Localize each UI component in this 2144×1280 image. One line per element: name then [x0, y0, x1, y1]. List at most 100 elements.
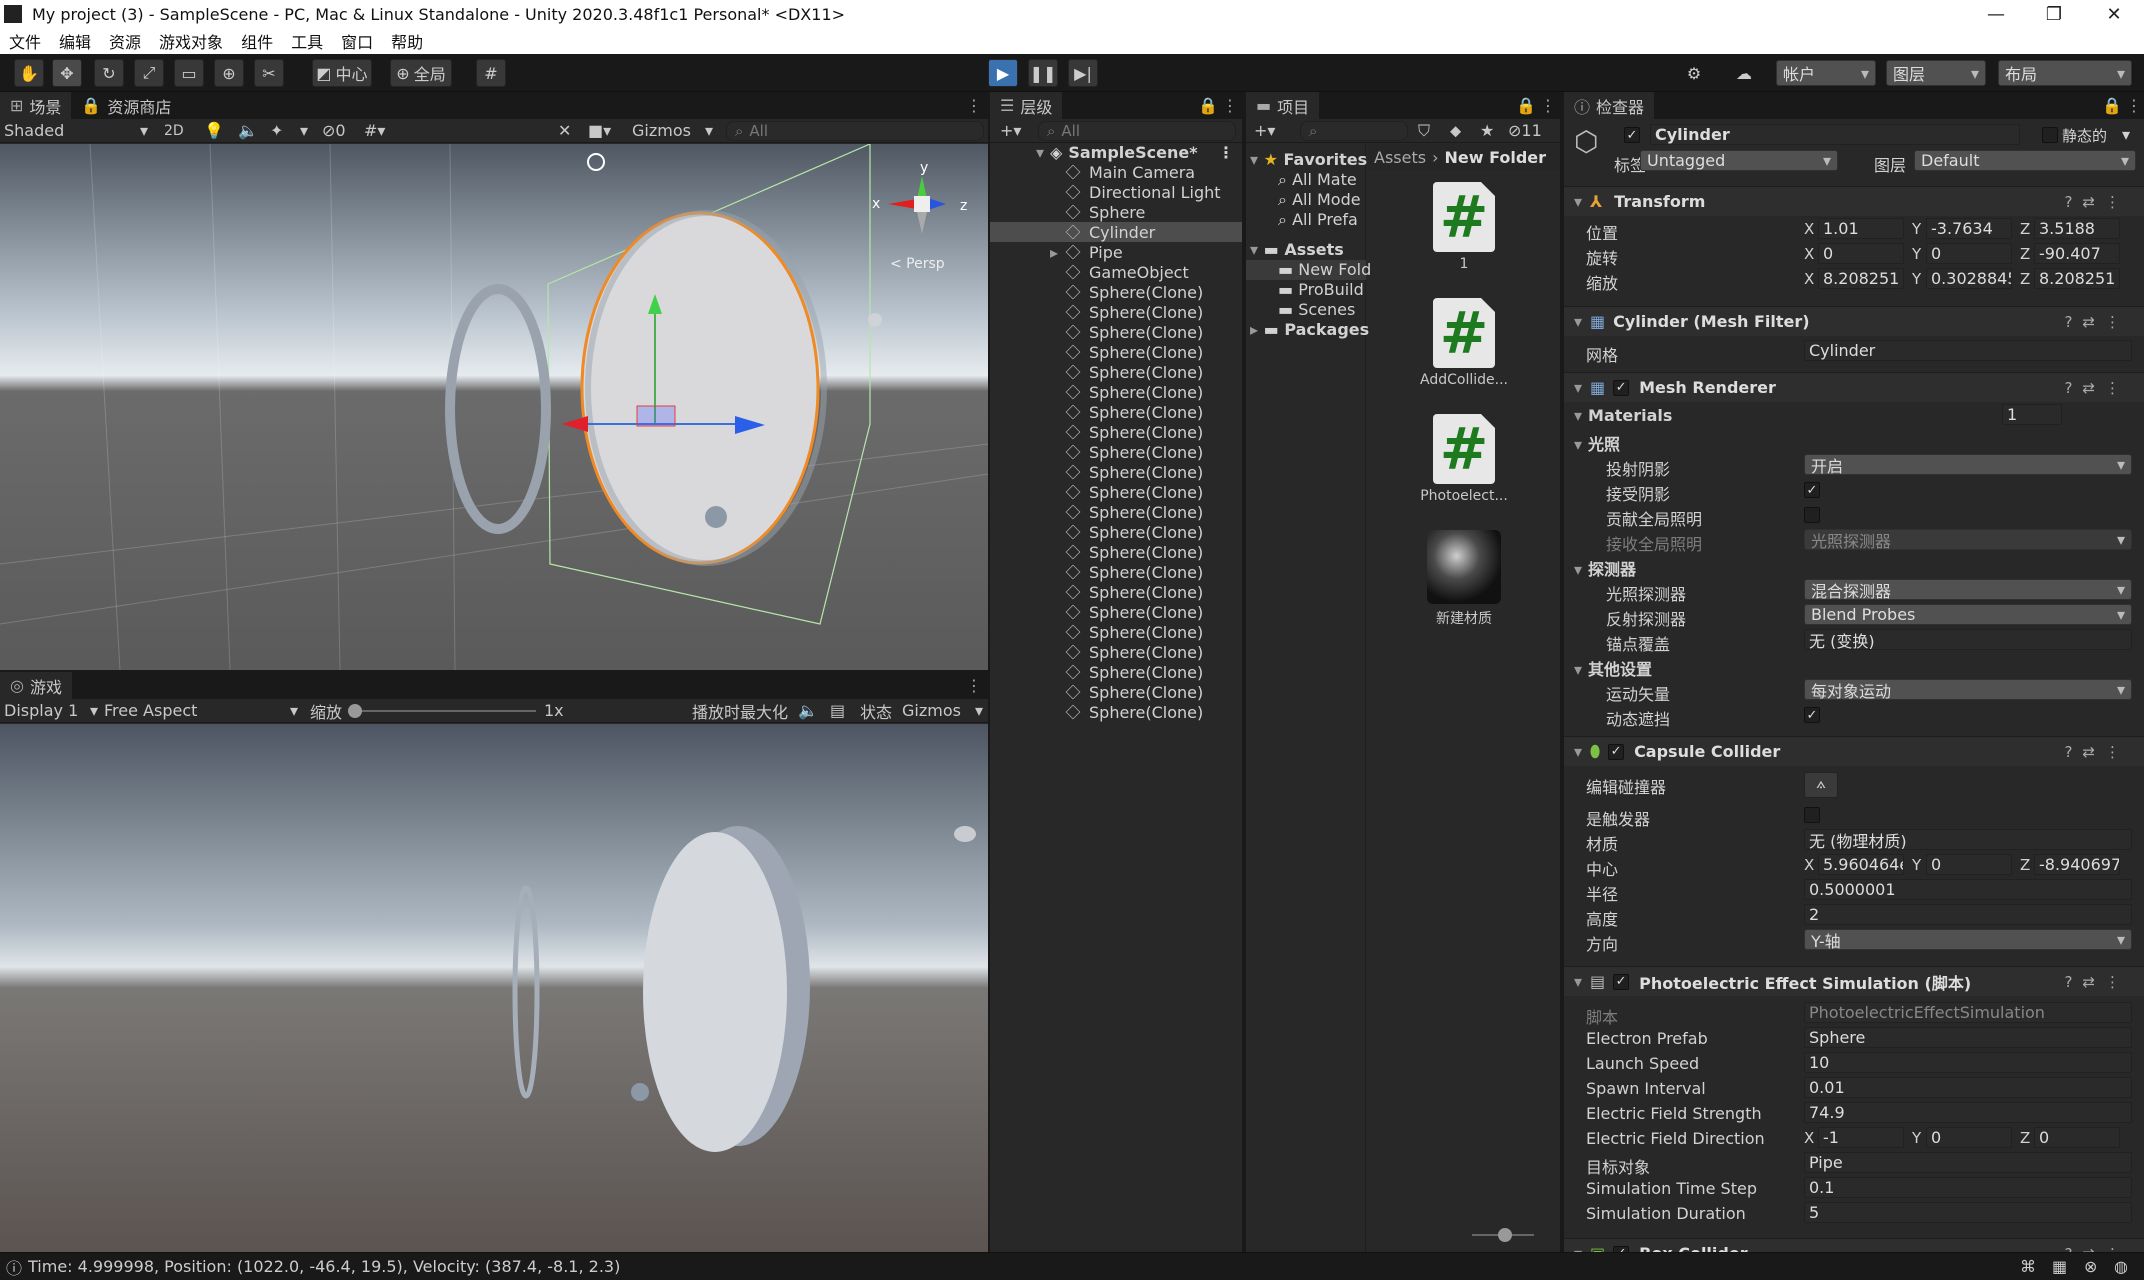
favorite-star-icon[interactable]: ★: [1480, 121, 1494, 140]
height-field[interactable]: 2: [1804, 904, 2132, 925]
component-enabled-checkbox[interactable]: ✓: [1608, 743, 1625, 760]
hierarchy-item[interactable]: Sphere(Clone): [990, 522, 1242, 542]
shading-dropdown[interactable]: Shaded ▾: [4, 121, 148, 140]
hierarchy-item[interactable]: Sphere(Clone): [990, 362, 1242, 382]
hierarchy-item[interactable]: Sphere(Clone): [990, 462, 1242, 482]
hierarchy-item[interactable]: Sphere(Clone): [990, 302, 1242, 322]
lighting-icon[interactable]: 💡: [204, 121, 224, 140]
scene-viewport[interactable]: y x z < Persp: [0, 144, 988, 670]
reflection-probes-dropdown[interactable]: Blend Probes: [1804, 604, 2132, 625]
hierarchy-item[interactable]: Sphere: [990, 202, 1242, 222]
menu-tools[interactable]: 工具: [282, 29, 332, 53]
field-direction-field-z[interactable]: 0: [2034, 1127, 2120, 1148]
global-toggle[interactable]: ⊕ 全局: [390, 59, 452, 87]
grid-snap-icon[interactable]: #: [476, 59, 506, 87]
scene-menu-icon[interactable]: ⋮: [966, 96, 982, 115]
mesh-renderer-header[interactable]: ▾ ▦ ✓ Mesh Renderer ?⇄⋮: [1564, 372, 2144, 402]
lock-icon[interactable]: 🔒: [1198, 96, 1218, 115]
pause-button[interactable]: ❚❚: [1028, 59, 1058, 87]
persp-label[interactable]: < Persp: [890, 256, 945, 272]
hierarchy-item[interactable]: Directional Light: [990, 182, 1242, 202]
hierarchy-item[interactable]: Sphere(Clone): [990, 582, 1242, 602]
play-button[interactable]: ▶: [988, 59, 1018, 87]
light-probes-dropdown[interactable]: 混合探测器: [1804, 579, 2132, 601]
auto-generate-icon[interactable]: ◍: [2114, 1257, 2128, 1276]
scale-tool-icon[interactable]: ⤢: [134, 59, 164, 87]
script-field[interactable]: PhotoelectricEffectSimulation: [1804, 1002, 2132, 1023]
hand-tool-icon[interactable]: ✋: [14, 59, 44, 87]
materials-count-field[interactable]: 1: [2002, 404, 2062, 425]
scene-menu-icon[interactable]: ⋮: [1218, 143, 1234, 162]
scale-slider[interactable]: [348, 703, 536, 718]
camera-icon[interactable]: ■▾: [588, 121, 611, 140]
edit-collider-button[interactable]: ⟑: [1804, 772, 1838, 798]
menu-help[interactable]: 帮助: [382, 29, 432, 53]
mesh-field[interactable]: Cylinder: [1804, 340, 2132, 361]
hierarchy-item[interactable]: Sphere(Clone): [990, 422, 1242, 442]
hierarchy-menu-icon[interactable]: ⋮: [1222, 96, 1238, 115]
static-checkbox[interactable]: [2042, 127, 2058, 143]
folder-new-folder[interactable]: ▬ New Fold: [1246, 260, 1371, 280]
move-tool-icon[interactable]: ✥: [52, 59, 82, 87]
orientation-gizmo[interactable]: y x z: [872, 160, 967, 234]
maximize-icon[interactable]: ❐: [2026, 0, 2082, 28]
hierarchy-item[interactable]: Sphere(Clone): [990, 502, 1242, 522]
asset-script-1[interactable]: #1: [1416, 182, 1512, 272]
cast-shadows-dropdown[interactable]: 开启: [1804, 454, 2132, 476]
rotation-field-y[interactable]: 0: [1926, 243, 2012, 264]
hidden-objects-toggle[interactable]: ⊘0: [322, 121, 346, 140]
gizmos-dropdown[interactable]: Gizmos ▾: [632, 121, 713, 140]
additional-settings-foldout[interactable]: ▾ 其他设置: [1574, 656, 1652, 680]
component-header-icons[interactable]: ?⇄⋮: [2064, 193, 2130, 211]
asset-script-addcollider[interactable]: # AddCollide...: [1416, 298, 1512, 388]
position-field-x[interactable]: 1.01: [1818, 218, 1904, 239]
game-menu-icon[interactable]: ⋮: [966, 676, 982, 695]
chevron-right-icon[interactable]: ▸: [1050, 243, 1058, 262]
radius-field[interactable]: 0.5000001: [1804, 879, 2132, 900]
tab-game[interactable]: ◎ 游戏: [0, 672, 72, 699]
scale-slider-handle[interactable]: [348, 703, 362, 718]
asset-script-photoelectric[interactable]: # Photoelect...: [1416, 414, 1512, 504]
minimize-icon[interactable]: —: [1968, 0, 2024, 28]
fav-all-materials[interactable]: ⌕ All Mate: [1278, 170, 1357, 190]
launch-speed-field[interactable]: 10: [1804, 1052, 2132, 1073]
hierarchy-item[interactable]: Sphere(Clone): [990, 382, 1242, 402]
hierarchy-item[interactable]: Sphere(Clone): [990, 662, 1242, 682]
target-field[interactable]: Pipe: [1804, 1152, 2132, 1173]
layers-dropdown[interactable]: 图层: [1886, 60, 1986, 86]
field-strength-field[interactable]: 74.9: [1804, 1102, 2132, 1123]
tools-icon[interactable]: ✕: [558, 121, 571, 140]
component-header-icons[interactable]: ?⇄⋮: [2064, 973, 2130, 991]
spawn-interval-field[interactable]: 0.01: [1804, 1077, 2132, 1098]
hierarchy-item[interactable]: Sphere(Clone): [990, 322, 1242, 342]
physics-material-field[interactable]: 无 (物理材质): [1804, 829, 2132, 850]
layer-dropdown[interactable]: Default: [1914, 150, 2136, 171]
project-menu-icon[interactable]: ⋮: [1540, 96, 1556, 115]
center-field-z[interactable]: -8.940697e: [2034, 854, 2120, 875]
game-gizmos-dropdown[interactable]: Gizmos ▾: [902, 701, 983, 720]
contribute-gi-checkbox[interactable]: [1804, 507, 1820, 523]
breadcrumb-new-folder[interactable]: New Folder: [1444, 148, 1546, 167]
component-header-icons[interactable]: ?⇄⋮: [2064, 379, 2130, 397]
transform-header[interactable]: ▾ ⅄ Transform ?⇄⋮: [1564, 186, 2144, 216]
field-direction-field-y[interactable]: 0: [1926, 1127, 2012, 1148]
search-by-label-icon[interactable]: ⬥: [1450, 121, 1461, 141]
lighting-foldout[interactable]: ▾ 光照: [1574, 431, 1620, 455]
rotation-field-x[interactable]: 0: [1818, 243, 1904, 264]
console-status-text[interactable]: Time: 4.999998, Position: (1022.0, -46.4…: [28, 1257, 620, 1276]
game-viewport[interactable]: [0, 724, 988, 1252]
rotation-field-z[interactable]: -90.407: [2034, 243, 2120, 264]
transform-tool-icon[interactable]: ⊕: [214, 59, 244, 87]
position-field-z[interactable]: 3.5188: [2034, 218, 2120, 239]
lock-icon[interactable]: 🔒: [2102, 96, 2122, 115]
hierarchy-item[interactable]: Sphere(Clone): [990, 282, 1242, 302]
menu-assets[interactable]: 资源: [100, 29, 150, 53]
is-trigger-checkbox[interactable]: [1804, 807, 1820, 823]
menu-gameobject[interactable]: 游戏对象: [150, 29, 232, 53]
audio-icon[interactable]: 🔈: [238, 121, 258, 140]
script-component-header[interactable]: ▾ ▤ ✓ Photoelectric Effect Simulation (脚本)?…: [1564, 966, 2144, 996]
tab-asset-store[interactable]: 🔒 资源商店: [71, 92, 181, 119]
scale-field-y[interactable]: 0.3028845: [1926, 268, 2012, 289]
electron-sphere[interactable]: [705, 506, 727, 528]
account-dropdown[interactable]: 帐户: [1776, 60, 1876, 86]
